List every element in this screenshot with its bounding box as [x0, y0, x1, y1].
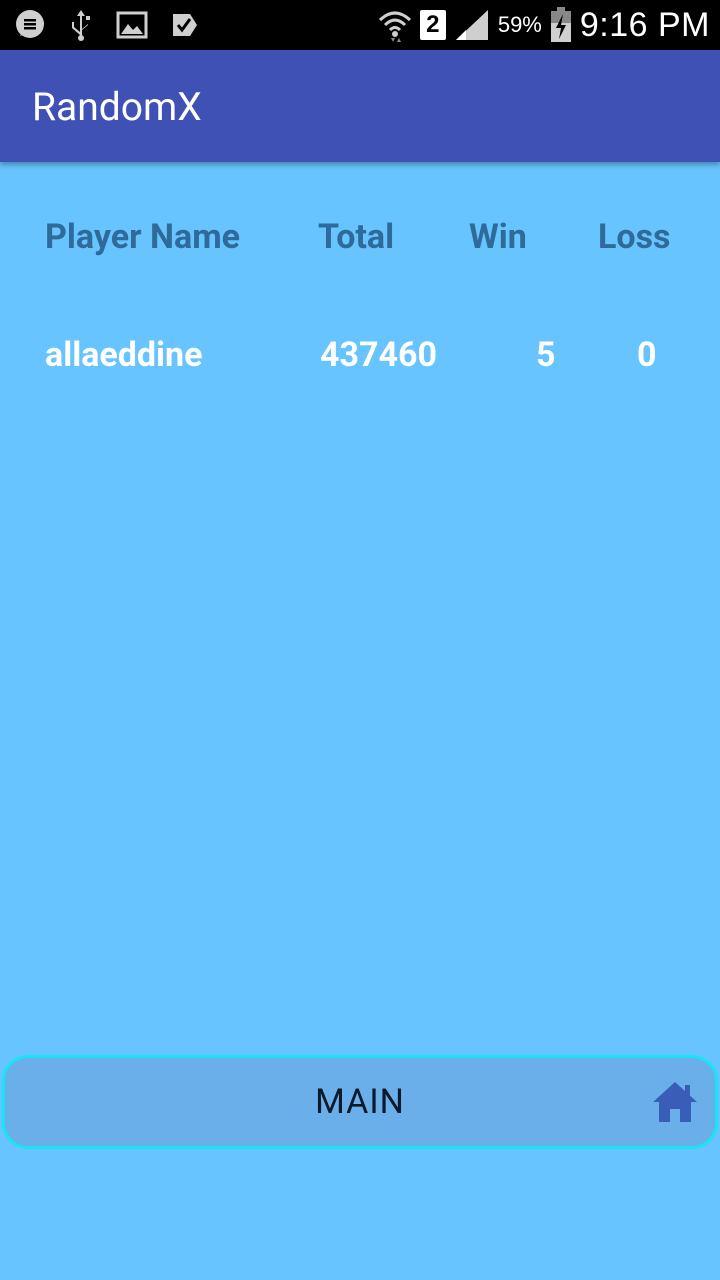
status-time: 9:16 PM	[579, 5, 710, 44]
status-bar: 2 59% 9:16 PM	[0, 0, 720, 50]
header-total: Total	[318, 217, 395, 257]
header-player-name: Player Name	[45, 217, 241, 257]
status-bar-notifications	[14, 6, 200, 44]
battery-charging-icon	[550, 7, 572, 43]
header-loss: Loss	[598, 217, 671, 257]
app-bar: RandomX	[0, 50, 720, 162]
sim-badge: 2	[419, 10, 446, 40]
header-win: Win	[469, 217, 527, 257]
row-loss: 0	[637, 335, 657, 375]
wifi-icon	[378, 8, 412, 42]
signal-icon	[454, 8, 490, 42]
status-bar-system: 2 59% 9:16 PM	[378, 4, 710, 46]
row-player-name: allaeddine	[45, 335, 203, 375]
table-header: Player Name Total Win Loss	[0, 212, 720, 262]
main-button[interactable]: MAIN	[2, 1055, 718, 1149]
check-icon	[170, 10, 200, 40]
app-title: RandomX	[32, 84, 202, 130]
battery-percent: 59%	[497, 12, 542, 37]
usb-icon	[68, 8, 94, 42]
home-icon	[651, 1080, 699, 1124]
row-win: 5	[536, 335, 556, 375]
table-row: allaeddine 437460 5 0	[0, 330, 720, 380]
chat-icon	[14, 9, 46, 41]
main-button-label: MAIN	[315, 1082, 405, 1122]
row-total: 437460	[320, 335, 438, 375]
image-icon	[116, 11, 148, 39]
